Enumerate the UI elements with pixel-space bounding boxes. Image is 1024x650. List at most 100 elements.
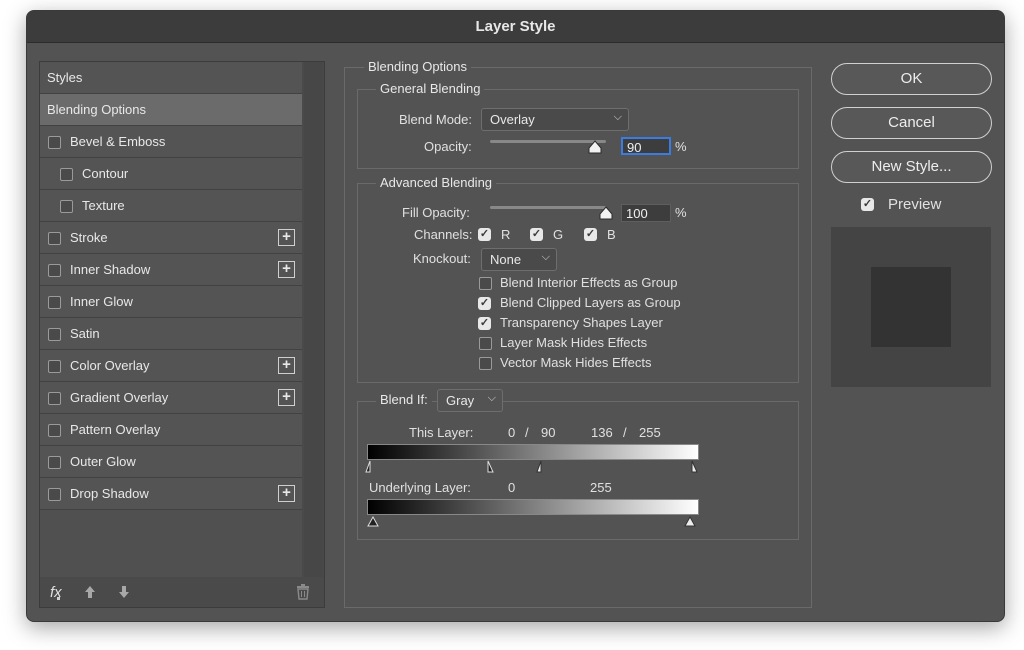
channel-b-checkbox[interactable]: ✓ [584, 228, 597, 241]
opacity-slider-thumb[interactable] [587, 140, 603, 154]
preview-swatch [871, 267, 951, 347]
channel-r-checkbox[interactable]: ✓ [478, 228, 491, 241]
opacity-input[interactable]: 90 [621, 137, 671, 155]
style-item-label: Inner Shadow [70, 262, 151, 277]
style-item-outer-glow[interactable]: Outer Glow [40, 446, 302, 478]
transparency-shapes-checkbox[interactable]: ✓ [478, 317, 491, 330]
style-item-gradient-overlay[interactable]: Gradient Overlay + [40, 382, 302, 414]
style-item-pattern-overlay[interactable]: Pattern Overlay [40, 414, 302, 446]
blend-clipped-checkbox[interactable]: ✓ [478, 297, 491, 310]
fill-opacity-slider-track[interactable] [490, 206, 606, 209]
underlying-high-value: 255 [590, 480, 612, 495]
add-gradient-overlay-icon[interactable]: + [278, 389, 295, 406]
checkbox[interactable] [48, 360, 61, 373]
this-layer-black-handle-left [365, 460, 371, 473]
fill-opacity-slider-thumb[interactable] [598, 206, 614, 220]
checkbox[interactable] [48, 456, 61, 469]
styles-bottom-bar: fx [40, 578, 324, 607]
blend-mode-value: Overlay [490, 112, 535, 127]
this-layer-black-handle-right [487, 460, 494, 473]
blend-mode-select[interactable]: Overlay ⌵ [481, 108, 629, 131]
opacity-label: Opacity: [424, 139, 472, 154]
checkbox[interactable] [48, 488, 61, 501]
trash-icon[interactable] [296, 584, 310, 600]
this-layer-slash-2: / [623, 425, 627, 440]
transparency-shapes-label: Transparency Shapes Layer [500, 315, 663, 330]
style-item-blending-options[interactable]: Blending Options [40, 94, 302, 126]
this-layer-white-handle-left [536, 460, 542, 473]
add-drop-shadow-icon[interactable]: + [278, 485, 295, 502]
style-item-label: Gradient Overlay [70, 390, 169, 405]
style-item-label: Texture [82, 198, 125, 213]
checkbox[interactable] [48, 232, 61, 245]
vector-mask-hides-checkbox[interactable] [479, 357, 492, 370]
checkbox[interactable] [60, 200, 73, 213]
fill-opacity-label: Fill Opacity: [402, 205, 470, 220]
knockout-label: Knockout: [413, 251, 471, 266]
blend-if-value: Gray [446, 393, 475, 408]
new-style-button[interactable]: New Style... [831, 151, 992, 183]
underlying-layer-slider-handles[interactable] [365, 514, 705, 528]
knockout-select[interactable]: None ⌵ [481, 248, 557, 271]
style-item-label: Blending Options [47, 102, 147, 117]
channels-label: Channels: [414, 227, 473, 242]
dialog-title: Layer Style [27, 11, 1004, 43]
preview-thumbnail [831, 227, 991, 387]
style-item-texture[interactable]: Texture [40, 190, 302, 222]
advanced-blending-title: Advanced Blending [376, 175, 497, 190]
cancel-button[interactable]: Cancel [831, 107, 992, 139]
this-layer-slash-1: / [525, 425, 529, 440]
this-layer-low-b: 90 [541, 425, 556, 440]
ok-button[interactable]: OK [831, 63, 992, 95]
styles-header[interactable]: Styles [40, 62, 302, 94]
checkbox[interactable] [60, 168, 73, 181]
this-layer-slider-handles[interactable] [365, 460, 705, 474]
style-item-stroke[interactable]: Stroke + [40, 222, 302, 254]
style-item-label: Drop Shadow [70, 486, 149, 501]
move-down-icon[interactable] [118, 585, 130, 599]
style-item-color-overlay[interactable]: Color Overlay + [40, 350, 302, 382]
style-item-inner-glow[interactable]: Inner Glow [40, 286, 302, 318]
add-color-overlay-icon[interactable]: + [278, 357, 295, 374]
blend-if-select[interactable]: Gray ⌵ [437, 389, 503, 412]
channel-g-checkbox[interactable]: ✓ [530, 228, 543, 241]
style-item-inner-shadow[interactable]: Inner Shadow + [40, 254, 302, 286]
styles-panel: Styles Blending Options Bevel & Emboss C… [39, 61, 325, 608]
style-item-label: Inner Glow [70, 294, 133, 309]
move-up-icon[interactable] [84, 585, 96, 599]
chevron-down-icon: ⌵ [541, 251, 550, 263]
checkbox[interactable] [48, 328, 61, 341]
checkbox[interactable] [48, 296, 61, 309]
preview-label: Preview [888, 196, 942, 213]
checkbox[interactable] [48, 264, 61, 277]
style-item-label: Color Overlay [70, 358, 150, 373]
add-inner-shadow-icon[interactable]: + [278, 261, 295, 278]
this-layer-high-a: 136 [591, 425, 613, 440]
underlying-white-handle [684, 515, 696, 527]
layer-mask-hides-checkbox[interactable] [479, 337, 492, 350]
styles-scrollbar[interactable] [304, 62, 323, 577]
style-item-label: Pattern Overlay [70, 422, 161, 437]
style-item-drop-shadow[interactable]: Drop Shadow + [40, 478, 302, 510]
this-layer-gradient-bar [367, 444, 699, 460]
checkbox[interactable] [48, 424, 61, 437]
underlying-low-value: 0 [508, 480, 516, 495]
style-item-label: Bevel & Emboss [70, 134, 166, 149]
general-blending-title: General Blending [376, 81, 485, 96]
underlying-layer-gradient-bar [367, 499, 699, 515]
style-item-label: Satin [70, 326, 100, 341]
fill-opacity-input[interactable]: 100 [621, 204, 671, 222]
styles-list: Styles Blending Options Bevel & Emboss C… [40, 62, 302, 577]
style-item-bevel-emboss[interactable]: Bevel & Emboss [40, 126, 302, 158]
preview-checkbox[interactable]: ✓ [861, 198, 874, 211]
checkbox[interactable] [48, 392, 61, 405]
blend-interior-checkbox[interactable] [479, 277, 492, 290]
chevron-down-icon: ⌵ [487, 392, 496, 404]
checkbox[interactable] [48, 136, 61, 149]
style-item-contour[interactable]: Contour [40, 158, 302, 190]
style-item-satin[interactable]: Satin [40, 318, 302, 350]
this-layer-white-handle-right [691, 460, 698, 473]
add-stroke-icon[interactable]: + [278, 229, 295, 246]
underlying-black-handle [367, 515, 379, 527]
blend-interior-label: Blend Interior Effects as Group [500, 275, 678, 290]
